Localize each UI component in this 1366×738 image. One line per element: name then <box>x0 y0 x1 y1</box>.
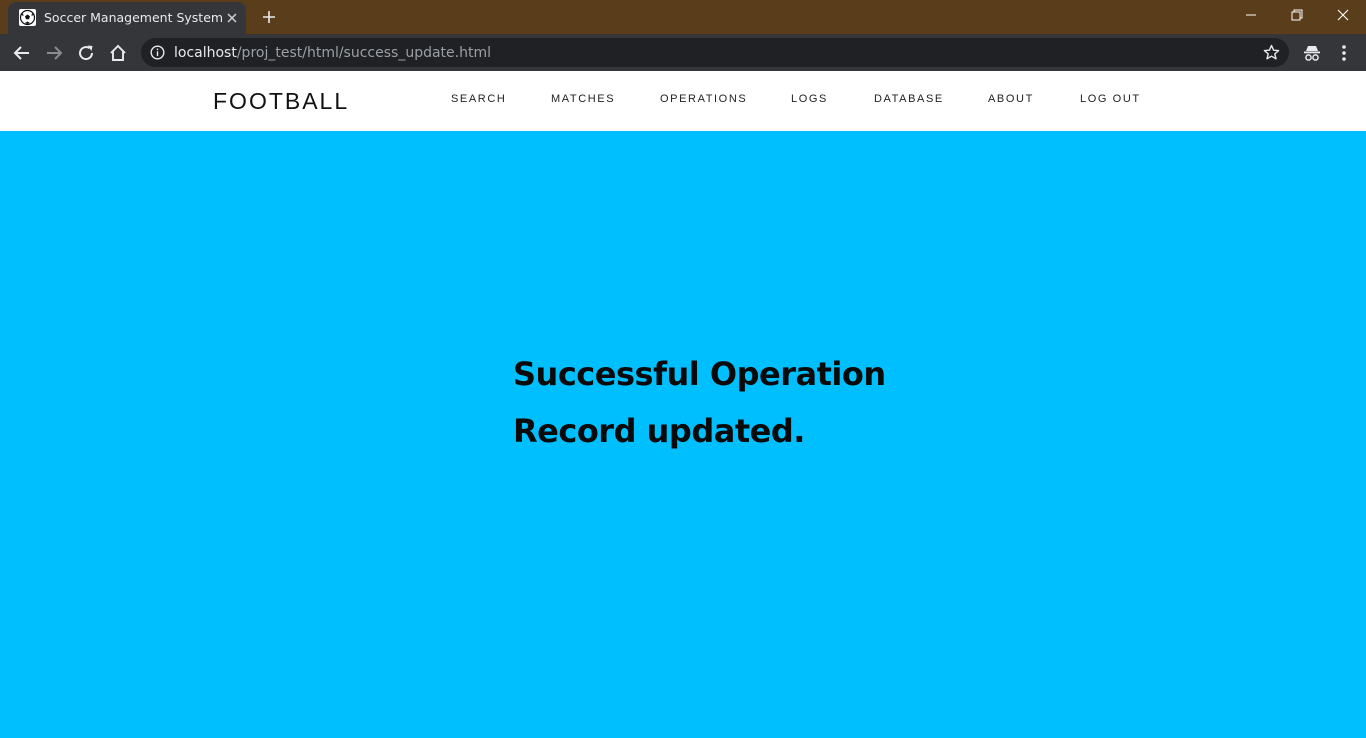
minimize-icon <box>1246 14 1256 16</box>
home-button[interactable] <box>107 42 129 64</box>
nav-link-operations[interactable]: OPERATIONS <box>660 93 747 105</box>
nav-link-logs[interactable]: LOGS <box>791 93 828 105</box>
star-icon[interactable] <box>1263 44 1280 61</box>
incognito-icon[interactable] <box>1301 42 1323 64</box>
address-bar[interactable]: localhost/proj_test/html/success_update.… <box>141 38 1289 67</box>
nav-link-search[interactable]: SEARCH <box>451 93 506 105</box>
forward-arrow-icon <box>47 46 63 60</box>
reload-icon <box>79 45 94 61</box>
success-message: Record updated. <box>513 412 805 450</box>
minimize-button[interactable] <box>1228 0 1274 30</box>
restore-button[interactable] <box>1274 0 1320 30</box>
window-close-button[interactable] <box>1320 0 1366 30</box>
home-icon <box>110 44 126 61</box>
back-button[interactable] <box>11 42 33 64</box>
nav-link-about[interactable]: ABOUT <box>988 93 1034 105</box>
nav-link-logout[interactable]: LOG OUT <box>1080 93 1141 105</box>
browser-toolbar: localhost/proj_test/html/success_update.… <box>0 34 1366 71</box>
soccer-ball-icon <box>19 9 36 26</box>
info-icon[interactable] <box>150 45 165 60</box>
plus-icon[interactable] <box>261 9 277 25</box>
window-close-icon <box>1337 9 1349 21</box>
back-arrow-icon <box>13 46 29 60</box>
site-navbar: FOOTBALL SEARCH MATCHES OPERATIONS LOGS … <box>0 71 1366 131</box>
url-text[interactable]: localhost/proj_test/html/success_update.… <box>174 45 491 61</box>
close-icon[interactable] <box>224 10 240 26</box>
url-path: /proj_test/html/success_update.html <box>236 45 491 61</box>
browser-tab[interactable]: Soccer Management System <box>8 2 246 34</box>
tab-title: Soccer Management System <box>44 10 224 25</box>
forward-button[interactable] <box>43 42 65 64</box>
url-host: localhost <box>174 45 237 61</box>
success-title: Successful Operation <box>513 355 886 393</box>
reload-button[interactable] <box>75 42 97 64</box>
nav-link-matches[interactable]: MATCHES <box>551 93 615 105</box>
nav-link-database[interactable]: DATABASE <box>874 93 944 105</box>
restore-icon <box>1291 9 1303 21</box>
kebab-menu-icon[interactable] <box>1335 42 1353 64</box>
brand-logo[interactable]: FOOTBALL <box>213 88 349 115</box>
browser-titlebar: Soccer Management System <box>0 0 1366 34</box>
